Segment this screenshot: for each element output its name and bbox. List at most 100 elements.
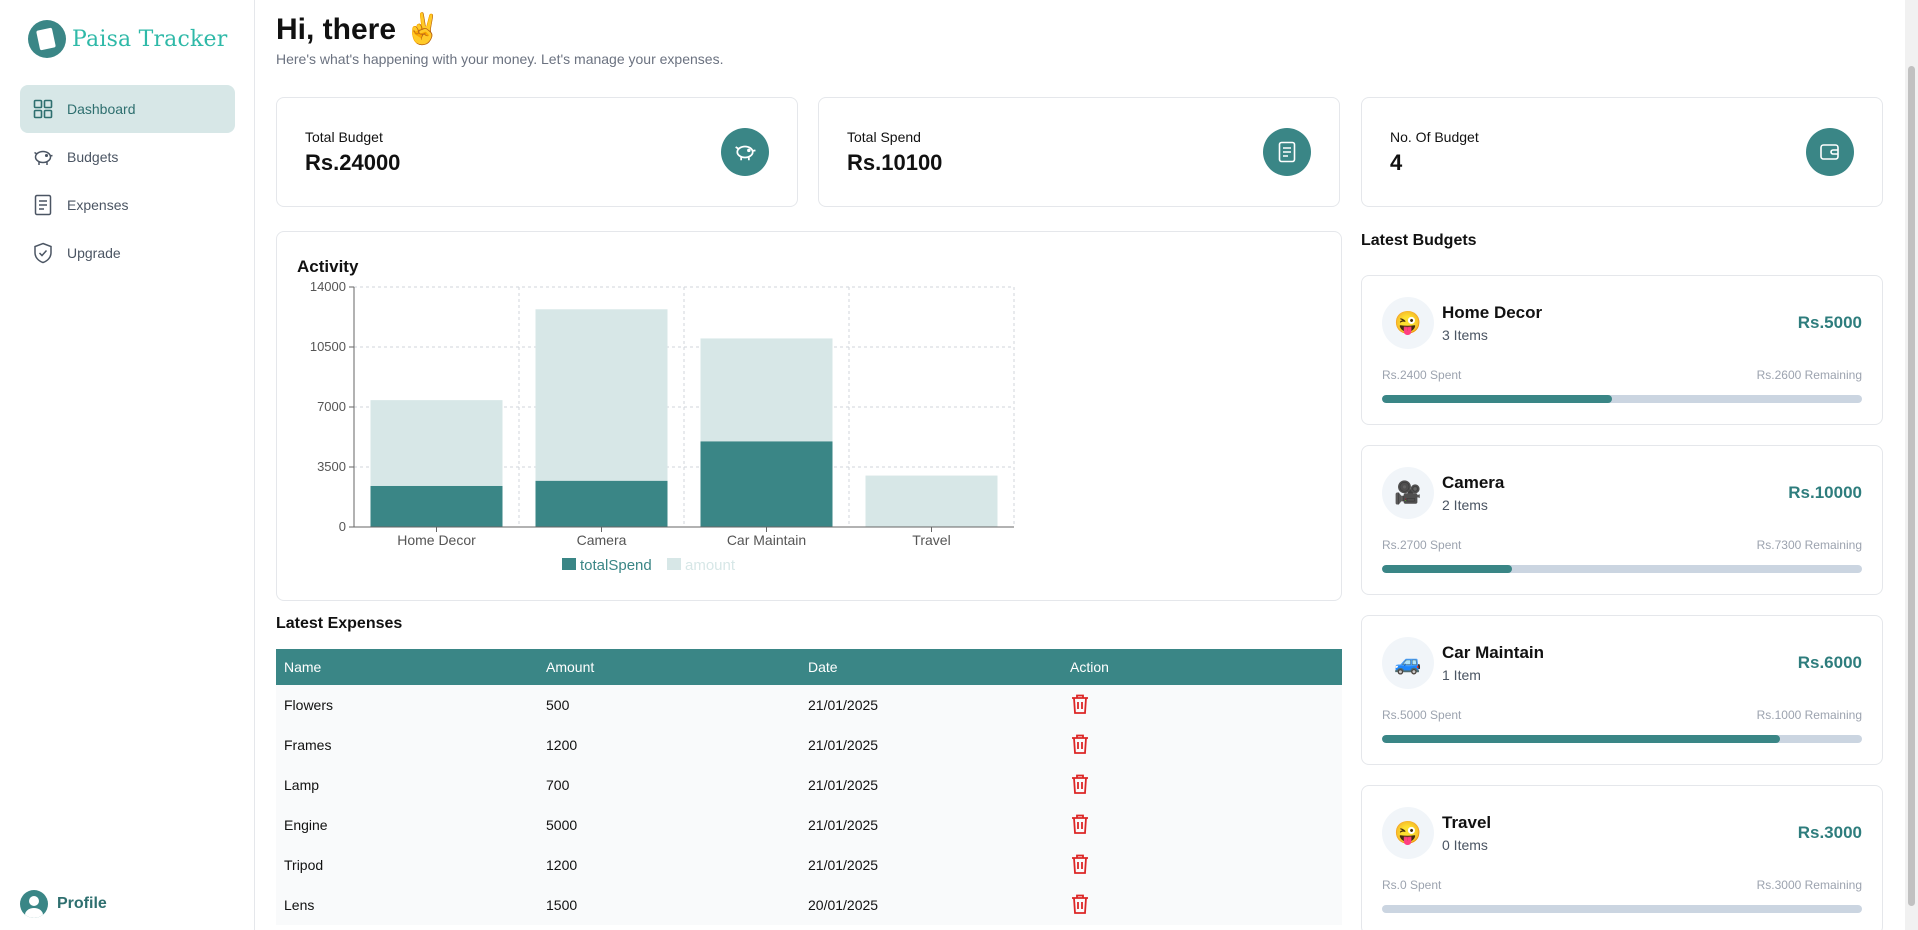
budget-amount: Rs.6000 — [1797, 653, 1862, 672]
budget-progress-bar — [1382, 565, 1862, 573]
cell-amount: 1200 — [538, 845, 800, 885]
trash-icon[interactable] — [1070, 733, 1090, 758]
page-title: Hi, there ✌️ — [276, 13, 442, 46]
budget-remaining: Rs.1000 Remaining — [1756, 708, 1862, 722]
sidebar-item-label: Upgrade — [67, 245, 121, 261]
y-tick-label: 0 — [339, 519, 346, 534]
trash-icon[interactable] — [1070, 853, 1090, 878]
cell-date: 21/01/2025 — [800, 765, 1062, 805]
bar-totalSpend — [535, 480, 668, 527]
stat-label: Total Spend — [847, 129, 921, 145]
stat-value: 4 — [1390, 150, 1403, 175]
scrollbar-thumb[interactable] — [1908, 66, 1915, 906]
stat-card-budget-count: No. Of Budget 4 — [1361, 97, 1883, 207]
cell-date: 20/01/2025 — [800, 885, 1062, 925]
expenses-table-body: Flowers 500 21/01/2025 Frames 1200 21/01/2025… — [276, 685, 1342, 925]
stat-value: Rs.24000 — [305, 150, 401, 175]
cell-date: 21/01/2025 — [800, 725, 1062, 765]
app-root: Paisa Tracker Dashboard Budgets Expenses — [0, 0, 1918, 930]
stat-card-total-spend: Total Spend Rs.10100 — [818, 97, 1340, 207]
trash-icon[interactable] — [1070, 813, 1090, 838]
budget-spent: Rs.0 Spent — [1382, 878, 1442, 892]
receipt-icon — [32, 194, 54, 216]
emoji-icon: 😜 — [1382, 807, 1434, 859]
budget-spent: Rs.2400 Spent — [1382, 368, 1462, 382]
trash-icon[interactable] — [1070, 773, 1090, 798]
page-scrollbar[interactable] — [1905, 0, 1918, 930]
table-row: Frames 1200 21/01/2025 — [276, 725, 1342, 765]
cell-action — [1062, 805, 1342, 845]
stat-value: Rs.10100 — [847, 150, 943, 175]
cell-name: Frames — [276, 725, 538, 765]
budget-card-home-decor[interactable]: 😜 Home Decor 3 Items Rs.5000 Rs.2400 Spe… — [1361, 275, 1883, 425]
app-name: Paisa Tracker — [72, 26, 228, 52]
stat-label: No. Of Budget — [1390, 129, 1479, 145]
profile-button[interactable]: Profile — [20, 890, 107, 918]
budget-card-travel[interactable]: 😜 Travel 0 Items Rs.3000 Rs.0 Spent Rs.3… — [1361, 785, 1883, 930]
activity-panel: Activity 0 3500 7000 10500 14000 Home Decor Ca… — [276, 231, 1342, 601]
sidebar-item-dashboard[interactable]: Dashboard — [20, 85, 235, 133]
sidebar-item-expenses[interactable]: Expenses — [20, 181, 235, 229]
profile-label: Profile — [57, 895, 107, 912]
avatar — [20, 890, 48, 918]
cell-action — [1062, 765, 1342, 805]
latest-expenses-title: Latest Expenses — [276, 615, 403, 632]
budget-remaining: Rs.3000 Remaining — [1756, 878, 1862, 892]
budget-item-count: 0 Items — [1442, 837, 1488, 853]
budget-amount: Rs.10000 — [1788, 483, 1862, 502]
budget-amount: Rs.5000 — [1797, 313, 1862, 332]
budget-progress-fill — [1382, 565, 1512, 573]
table-row: Lamp 700 21/01/2025 — [276, 765, 1342, 805]
budget-name: Car Maintain — [1442, 643, 1545, 662]
y-tick-label: 3500 — [317, 459, 346, 474]
y-tick-label: 7000 — [317, 399, 346, 414]
y-tick-label: 10500 — [310, 339, 346, 354]
cell-date: 21/01/2025 — [800, 685, 1062, 725]
cell-amount: 1200 — [538, 725, 800, 765]
cell-amount: 700 — [538, 765, 800, 805]
sidebar-nav: Dashboard Budgets Expenses Upgrade — [20, 85, 235, 277]
budget-item-count: 2 Items — [1442, 497, 1488, 513]
cell-action — [1062, 845, 1342, 885]
legend-label-amount: amount — [685, 557, 736, 574]
table-row: Lens 1500 20/01/2025 — [276, 885, 1342, 925]
cell-action — [1062, 685, 1342, 725]
page-subtitle: Here's what's happening with your money.… — [276, 51, 724, 67]
bar-amount — [700, 338, 833, 442]
column-header-name: Name — [276, 649, 538, 685]
budget-progress-bar — [1382, 735, 1862, 743]
sidebar: Paisa Tracker Dashboard Budgets Expenses — [0, 0, 255, 930]
table-row: Tripod 1200 21/01/2025 — [276, 845, 1342, 885]
receipt-icon — [1263, 128, 1311, 176]
budget-spent: Rs.5000 Spent — [1382, 708, 1462, 722]
piggy-bank-icon — [32, 146, 54, 168]
cell-amount: 5000 — [538, 805, 800, 845]
app-logo[interactable]: Paisa Tracker — [28, 20, 227, 58]
table-row: Engine 5000 21/01/2025 — [276, 805, 1342, 845]
trash-icon[interactable] — [1070, 893, 1090, 918]
bar-totalSpend — [370, 485, 503, 527]
table-header-row: Name Amount Date Action — [276, 649, 1342, 685]
logo-icon — [28, 20, 66, 58]
bar-amount — [865, 475, 998, 527]
sidebar-item-upgrade[interactable]: Upgrade — [20, 229, 235, 277]
budget-remaining: Rs.7300 Remaining — [1756, 538, 1862, 552]
sidebar-item-budgets[interactable]: Budgets — [20, 133, 235, 181]
budget-progress-bar — [1382, 395, 1862, 403]
stat-label: Total Budget — [305, 129, 383, 145]
budget-progress-fill — [1382, 735, 1781, 743]
x-tick-label: Home Decor — [397, 532, 476, 548]
cell-name: Flowers — [276, 685, 538, 725]
trash-icon[interactable] — [1070, 693, 1090, 718]
column-header-action: Action — [1062, 649, 1342, 685]
budget-progress-bar — [1382, 905, 1862, 913]
budget-card-camera[interactable]: 🎥 Camera 2 Items Rs.10000 Rs.2700 Spent … — [1361, 445, 1883, 595]
sidebar-item-label: Budgets — [67, 149, 119, 165]
budget-card-car-maintain[interactable]: 🚙 Car Maintain 1 Item Rs.6000 Rs.5000 Sp… — [1361, 615, 1883, 765]
x-tick-label: Car Maintain — [727, 532, 806, 548]
x-tick-label: Camera — [577, 532, 627, 548]
legend-swatch-amount — [667, 558, 681, 570]
legend-swatch-totalSpend — [562, 558, 576, 570]
cell-date: 21/01/2025 — [800, 805, 1062, 845]
latest-budgets-title: Latest Budgets — [1361, 232, 1477, 249]
